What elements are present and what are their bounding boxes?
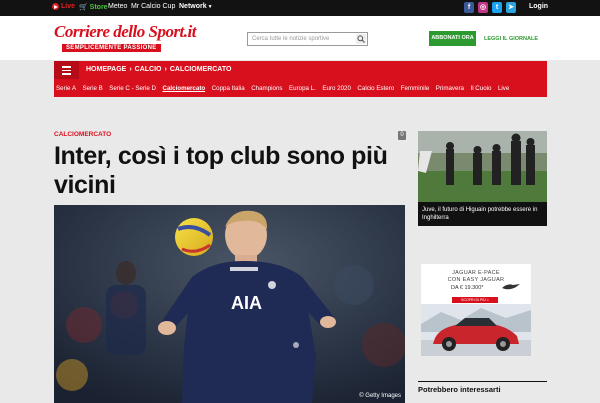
breadcrumb-calcio[interactable]: CALCIO [135, 66, 162, 73]
nav-item-champions[interactable]: Champions [251, 85, 282, 92]
hamburger-menu-icon[interactable] [54, 61, 79, 79]
search-input[interactable]: Cerca tutte le notizie sportive [247, 32, 368, 46]
instagram-icon[interactable]: ◎ [478, 2, 488, 13]
nav-item-europa-league[interactable]: Europa L. [289, 85, 316, 92]
breadcrumb-home[interactable]: HOMEPAGE [86, 66, 126, 73]
nav-item-calcio-estero[interactable]: Calcio Estero [357, 85, 394, 92]
article-category[interactable]: CALCIOMERCATO [54, 131, 111, 138]
twitter-icon[interactable]: t [492, 2, 502, 13]
breadcrumb-calciomercato[interactable]: CALCIOMERCATO [170, 66, 232, 73]
top-bar: Live 🛒 Store Meteo Mr Calcio Cup Network… [0, 0, 600, 16]
might-interest-heading: Potrebbero interessarti [418, 381, 547, 394]
nav-item-euro-2020[interactable]: Euro 2020 [322, 85, 351, 92]
social-links: f ◎ t ➤ [464, 2, 516, 13]
photo-credit: © Getty Images [359, 393, 401, 399]
live-label: Live [61, 3, 76, 10]
meteo-link[interactable]: Meteo [108, 3, 127, 10]
jersey-sponsor: AIA [231, 293, 262, 313]
site-logo[interactable]: Corriere dello Sport.it SEMPLICEMENTE PA… [54, 22, 196, 54]
related-article-image [418, 131, 547, 202]
jaguar-logo-icon [502, 284, 520, 290]
ad-headline: JAGUAR E-PACE [452, 270, 500, 276]
training-photo [418, 131, 547, 202]
login-link[interactable]: Login [529, 3, 548, 10]
facebook-icon[interactable]: f [464, 2, 474, 13]
live-link[interactable]: Live [52, 3, 75, 10]
car-image [421, 304, 531, 356]
logo-tagline: SEMPLICEMENTE PASSIONE [62, 44, 161, 52]
chevron-down-icon: ▼ [207, 4, 213, 10]
related-article-card[interactable]: Juve, il futuro di Higuain potrebbe esse… [418, 131, 547, 226]
ad-price: DA € 19.300* [451, 285, 484, 291]
nav-item-live[interactable]: Live [498, 85, 509, 92]
article-hero-image: AIA © Getty Images [54, 205, 405, 403]
live-icon [52, 3, 59, 10]
nav-item-coppa-italia[interactable]: Coppa Italia [212, 85, 245, 92]
nav-item-calciomercato[interactable]: Calciomercato [163, 85, 206, 92]
store-link[interactable]: 🛒 Store [79, 3, 108, 11]
comment-count-badge[interactable]: 0 [398, 131, 406, 140]
nav-item-femminile[interactable]: Femminile [401, 85, 430, 92]
mr-calcio-cup-link[interactable]: Mr Calcio Cup [131, 3, 175, 10]
logo-wordmark: Corriere dello Sport.it [54, 22, 196, 41]
store-label: Store [89, 4, 108, 11]
nav-item-il-cuoio[interactable]: Il Cuoio [470, 85, 491, 92]
nav-item-serie-a[interactable]: Serie A [56, 85, 76, 92]
nav-item-serie-c-d[interactable]: Serie C - Serie D [109, 85, 156, 92]
article-headline: Inter, così i top club sono più vicini [54, 142, 388, 199]
ad-cta-button[interactable]: SCOPRI DI PIÙ > [452, 297, 498, 303]
nav-item-serie-b[interactable]: Serie B [82, 85, 102, 92]
search-icon[interactable] [356, 34, 366, 44]
subscribe-button[interactable]: ABBONATI ORA [429, 31, 476, 46]
search-placeholder: Cerca tutte le notizie sportive [252, 36, 330, 42]
related-article-title[interactable]: Juve, il futuro di Higuain potrebbe esse… [422, 206, 544, 222]
network-menu[interactable]: Network▼ [179, 3, 213, 10]
nav-item-primavera[interactable]: Primavera [436, 85, 464, 92]
header: Corriere dello Sport.it SEMPLICEMENTE PA… [0, 16, 600, 60]
network-label: Network [179, 3, 207, 10]
section-nav: Serie A Serie B Serie C - Serie D Calcio… [54, 79, 547, 97]
telegram-icon[interactable]: ➤ [506, 2, 516, 13]
advertisement-banner[interactable]: JAGUAR E-PACE CON EASY JAGUAR DA € 19.30… [421, 264, 531, 356]
main-nav: HOMEPAGE › CALCIO › CALCIOMERCATO Serie A Se… [54, 61, 547, 97]
read-newspaper-link[interactable]: LEGGI IL GIORNALE [484, 36, 538, 42]
football-player-photo: AIA [54, 205, 405, 403]
breadcrumb: HOMEPAGE › CALCIO › CALCIOMERCATO [86, 66, 232, 73]
